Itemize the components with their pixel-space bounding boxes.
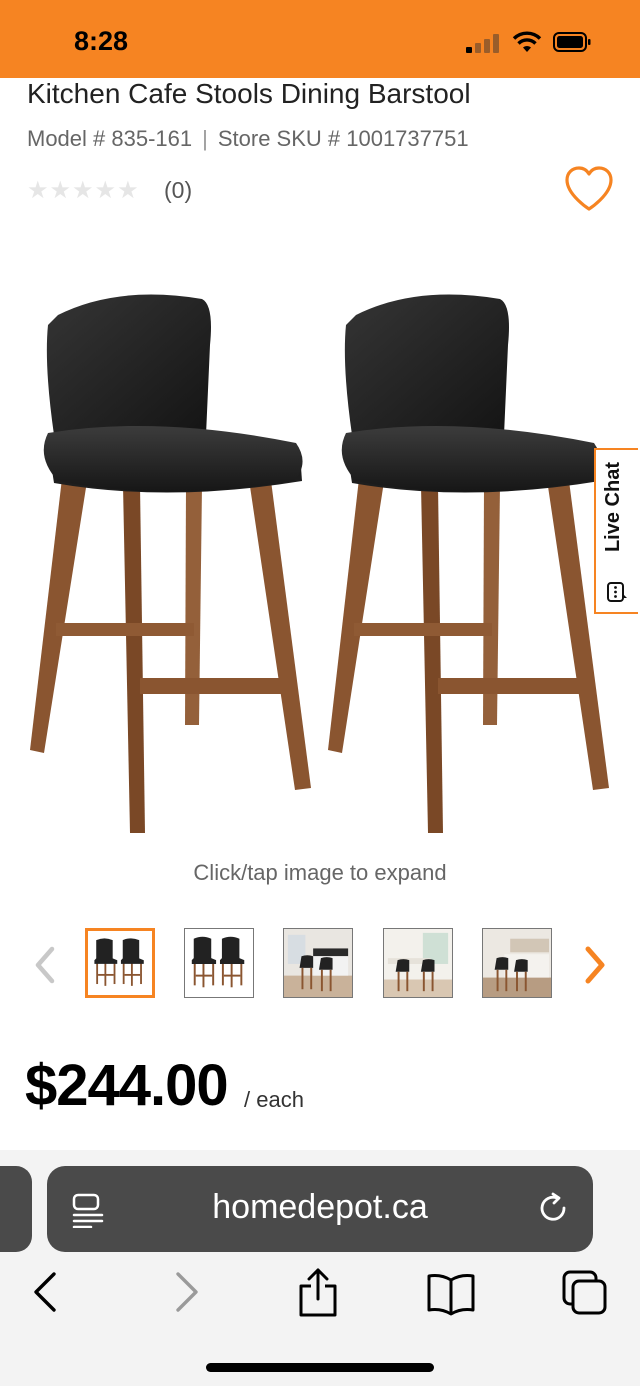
stool-right (328, 294, 609, 833)
stool-left (30, 294, 311, 833)
price-unit: / each (244, 1087, 304, 1112)
expand-hint: Click/tap image to expand (193, 860, 447, 885)
chevron-left-icon[interactable] (30, 945, 60, 985)
product-identifiers: Model # 835-161 | Store SKU # 1001737751 (27, 126, 469, 152)
forward-icon[interactable] (160, 1268, 210, 1318)
chevron-right-icon[interactable] (580, 945, 610, 985)
back-icon[interactable] (22, 1268, 72, 1318)
previous-tab-preview[interactable] (0, 1166, 32, 1252)
status-time: 8:28 (74, 26, 129, 56)
status-bar: 8:28 (0, 0, 640, 78)
thumbnail-room-icon (284, 929, 352, 997)
model-number: Model # 835-161 (27, 126, 193, 151)
battery-icon (553, 32, 591, 52)
thumbnail-2[interactable] (184, 928, 254, 998)
thumbnail-4[interactable] (383, 928, 453, 998)
product-price: $244.00 (25, 1053, 229, 1118)
bookmarks-icon[interactable] (426, 1268, 476, 1318)
live-chat-tab[interactable]: Live Chat (594, 448, 638, 614)
cellular-signal-icon (466, 33, 502, 53)
url-text[interactable]: homedepot.ca (47, 1188, 593, 1227)
product-title: Kitchen Cafe Stools Dining Barstool (27, 78, 471, 109)
thumbnail-stools-icon (191, 936, 245, 988)
rating-stars[interactable]: ★★★★★ (27, 176, 140, 205)
review-count[interactable]: (0) (164, 177, 192, 204)
wifi-icon (512, 31, 542, 52)
thumbnail-stools-icon (94, 938, 144, 986)
tabs-icon[interactable] (560, 1268, 610, 1318)
thumbnail-3[interactable] (283, 928, 353, 998)
thumbnail-5[interactable] (482, 928, 552, 998)
favorite-heart-icon[interactable] (563, 165, 615, 213)
chat-bubble-icon (607, 582, 627, 602)
reload-icon[interactable] (537, 1192, 571, 1226)
address-bar[interactable]: homedepot.ca (47, 1166, 593, 1252)
thumbnail-1[interactable] (85, 928, 155, 998)
thumbnail-room-icon (483, 929, 551, 997)
live-chat-label: Live Chat (602, 462, 624, 553)
store-sku: Store SKU # 1001737751 (217, 126, 469, 151)
product-image[interactable] (18, 285, 618, 840)
share-icon[interactable] (293, 1268, 343, 1318)
home-indicator[interactable] (206, 1363, 434, 1372)
identifier-separator: | (202, 126, 208, 151)
thumbnail-room-icon (384, 929, 452, 997)
